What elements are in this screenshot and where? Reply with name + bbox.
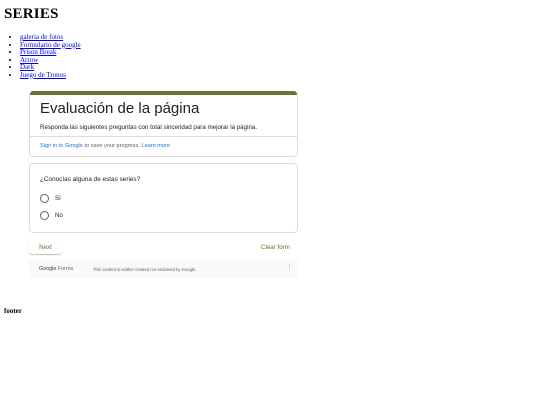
signin-text: to save your progress. <box>82 143 142 149</box>
vertical-dots-icon[interactable]: ⋮ <box>286 264 293 272</box>
form-description: Responda las siguientes preguntas con to… <box>40 124 258 131</box>
signin-notice: Sign in to Google to save your progress.… <box>40 143 170 149</box>
form-accent-bar <box>30 91 297 95</box>
signin-link[interactable]: Sign in to Google <box>40 143 83 149</box>
next-button[interactable]: Next <box>29 241 62 254</box>
site-title: SERIES <box>4 6 59 22</box>
form-title: Evaluación de la página <box>40 100 200 117</box>
option-no[interactable]: No <box>40 211 63 220</box>
site-nav: galeria de fotos Formulario de google Pr… <box>20 33 81 80</box>
nav-item: Juego de Tronos <box>20 71 81 80</box>
nav-link-juego-de-tronos[interactable]: Juego de Tronos <box>20 71 66 79</box>
disclaimer-text: This content is neither created nor endo… <box>93 266 197 272</box>
form-header-card: Evaluación de la página Responda las sig… <box>29 91 298 157</box>
option-label: No <box>55 212 63 219</box>
form-divider <box>30 136 297 137</box>
radio-button-icon[interactable] <box>40 194 49 203</box>
page-footer: footer <box>4 307 22 315</box>
option-si[interactable]: Sí <box>40 194 61 203</box>
question-text: ¿Conocías alguna de estas series? <box>40 176 141 183</box>
option-label: Sí <box>55 195 61 202</box>
google-forms-footer: Google Forms This content is neither cre… <box>29 260 298 278</box>
radio-button-icon[interactable] <box>40 211 49 220</box>
clear-form-button[interactable]: Clear form <box>261 244 290 251</box>
learn-more-link[interactable]: Learn more <box>141 143 170 149</box>
question-card: ¿Conocías alguna de estas series? Sí No <box>29 163 298 233</box>
google-forms-logo[interactable]: Google Forms <box>39 266 73 272</box>
